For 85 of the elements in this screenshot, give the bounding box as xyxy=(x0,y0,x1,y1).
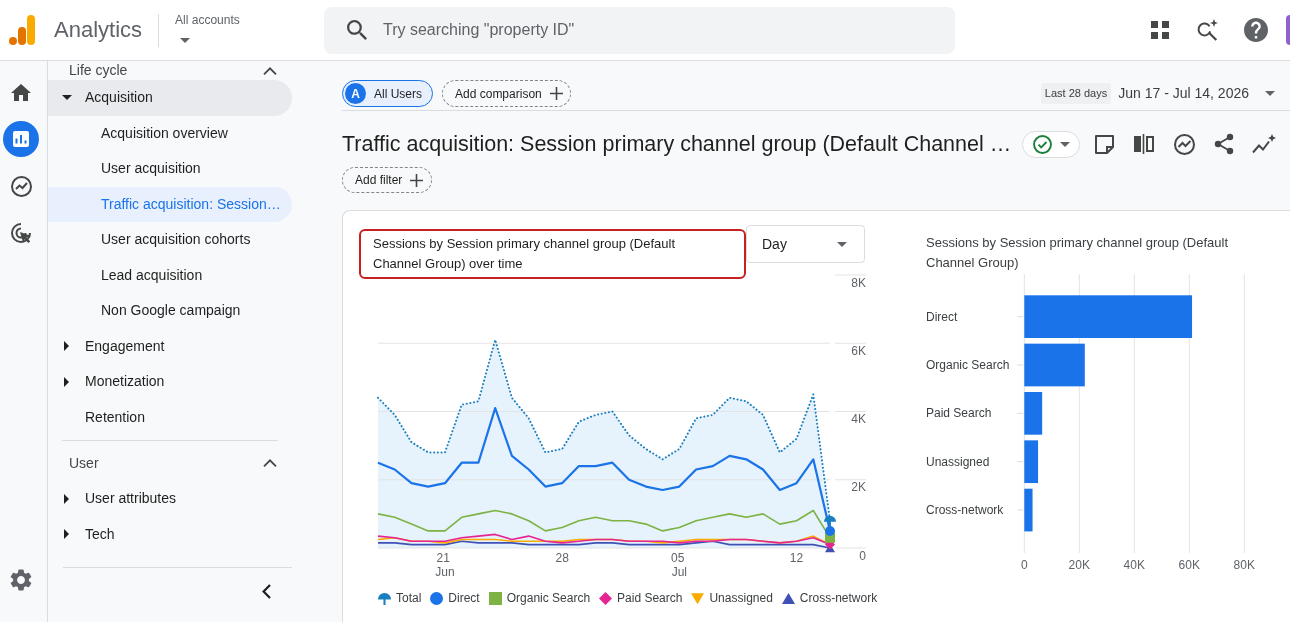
x-axis-label: 80K xyxy=(1233,558,1255,572)
square-icon xyxy=(488,591,502,605)
sidebar-item[interactable]: User acquisition cohorts xyxy=(48,222,292,258)
triangle-icon xyxy=(781,591,795,605)
x-axis-label: 20K xyxy=(1068,558,1090,572)
chevron-left-icon[interactable] xyxy=(261,584,271,599)
target-cursor-icon[interactable] xyxy=(10,222,32,244)
sidebar-item[interactable]: Tech xyxy=(48,516,292,552)
bar-chart-icon[interactable] xyxy=(3,121,39,157)
y-axis-label: 2K xyxy=(851,480,866,495)
chart-bar xyxy=(1024,343,1085,387)
granularity-dropdown[interactable]: Day xyxy=(746,225,865,263)
chart-bar xyxy=(1024,488,1033,532)
sidebar-item[interactable]: Acquisition xyxy=(48,80,292,116)
sidebar-item[interactable]: Non Google campaign xyxy=(48,293,292,329)
diamond-icon xyxy=(599,591,613,605)
segment-chip[interactable]: A All Users xyxy=(342,80,433,107)
category-label: Paid Search xyxy=(926,406,992,421)
report-title: Traffic acquisition: Session primary channel group (Default Channel … xyxy=(342,131,1012,158)
share-icon[interactable] xyxy=(1214,133,1235,155)
note-icon[interactable] xyxy=(1094,134,1114,154)
sidebar-item[interactable]: User attributes xyxy=(48,481,292,517)
search-icon[interactable] xyxy=(347,20,367,40)
y-axis-label: 0 xyxy=(859,548,866,563)
home-icon[interactable] xyxy=(11,83,31,101)
caret-down-icon xyxy=(1059,141,1070,147)
compare-columns-icon[interactable] xyxy=(1134,134,1155,154)
legend-label: Cross-network xyxy=(799,590,878,607)
x-axis-label: 12 xyxy=(789,551,804,565)
category-label: Direct xyxy=(926,309,958,324)
account-switcher[interactable]: All accounts xyxy=(175,13,240,43)
trend-circle-icon[interactable] xyxy=(1173,133,1195,155)
sidebar-item[interactable]: User acquisition xyxy=(48,151,292,187)
sparkle-search-icon[interactable] xyxy=(1197,19,1219,41)
apps-icon[interactable] xyxy=(1151,21,1169,39)
search-bar[interactable]: Try searching "property ID" xyxy=(324,6,955,54)
date-preset-badge: Last 28 days xyxy=(1040,83,1112,104)
y-axis-label: 6K xyxy=(851,343,866,358)
caret-down-icon xyxy=(180,38,191,43)
chart-bar xyxy=(1024,440,1039,484)
sparkle-trend-icon[interactable] xyxy=(1252,134,1277,154)
date-range-button[interactable]: Jun 17 - Jul 14, 2026 xyxy=(1118,83,1290,104)
legend-label: Total xyxy=(396,590,422,607)
umbrella-icon xyxy=(824,515,836,527)
legend-label: Direct xyxy=(448,590,480,607)
y-axis-label: 4K xyxy=(851,412,866,426)
x-axis-label: 60K xyxy=(1178,558,1200,572)
category-label: Organic Search xyxy=(926,358,1010,372)
section-header[interactable]: Life cycle xyxy=(48,61,292,80)
product-name: Analytics xyxy=(54,17,143,43)
x-axis-label: 21 Jun xyxy=(435,551,455,579)
triangle-down-icon xyxy=(691,591,705,605)
caret-down-icon xyxy=(837,241,847,247)
sidebar-item[interactable]: Monetization xyxy=(48,364,292,400)
segment-avatar: A xyxy=(345,83,366,104)
sidebar-item[interactable]: Lead acquisition xyxy=(48,257,292,293)
sidebar-item[interactable]: Acquisition overview xyxy=(48,115,292,151)
logo-icon xyxy=(8,14,36,46)
trend-circle-icon[interactable] xyxy=(10,175,32,197)
help-icon[interactable] xyxy=(1244,18,1268,42)
legend-label: Paid Search xyxy=(617,590,683,607)
umbrella-icon xyxy=(378,591,391,605)
x-axis-label: 0 xyxy=(1020,558,1028,572)
check-circle-icon xyxy=(1032,134,1052,154)
chart-title: Sessions by Session primary channel group (Default Channel Group) xyxy=(926,234,1230,272)
chart-title: Sessions by Session primary channel group (Default Channel Group) over time xyxy=(359,229,746,279)
y-axis-label: 8K xyxy=(851,275,866,290)
legend-label: Unassigned xyxy=(709,590,773,607)
search-field[interactable]: Try searching "property ID" xyxy=(383,18,935,42)
category-label: Cross-network xyxy=(926,503,1004,518)
sidebar-item[interactable]: Engagement xyxy=(48,328,292,364)
x-axis-label: 28 xyxy=(555,551,569,565)
chart-bar xyxy=(1024,392,1043,435)
sidebar-item[interactable]: Retention xyxy=(48,399,292,435)
sidebar-item[interactable]: Traffic acquisition: Session… xyxy=(48,186,292,222)
caret-down-icon xyxy=(1265,91,1275,96)
plus-icon xyxy=(549,87,563,100)
settings-icon[interactable] xyxy=(10,569,32,591)
plus-icon xyxy=(410,173,424,187)
x-axis-label: 05 Jul xyxy=(671,551,687,579)
category-label: Unassigned xyxy=(926,454,990,469)
legend-label: Organic Search xyxy=(506,590,591,607)
status-button[interactable] xyxy=(1022,130,1081,158)
section-header[interactable]: User xyxy=(48,445,292,481)
x-axis-label: 40K xyxy=(1123,558,1145,572)
